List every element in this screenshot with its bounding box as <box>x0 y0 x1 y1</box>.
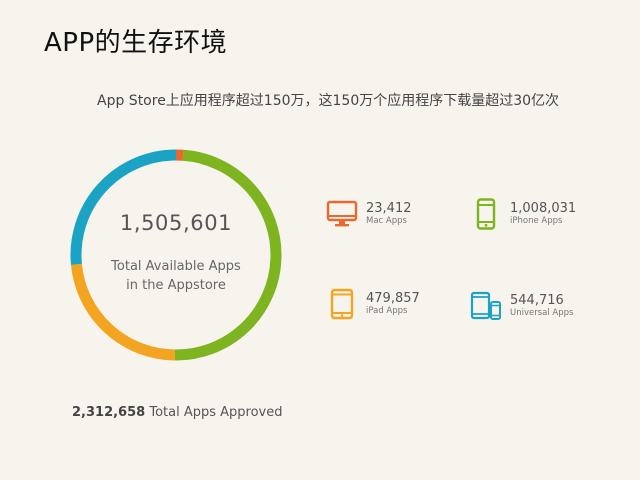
stat-label: iPhone Apps <box>510 216 563 226</box>
stat-ipad-apps: 479,857 iPad Apps <box>326 288 420 320</box>
stat-iphone-apps: 1,008,031 iPhone Apps <box>470 198 576 230</box>
total-available-value: 1,505,601 <box>119 211 233 235</box>
total-approved-value: 2,312,658 <box>72 405 146 420</box>
stat-label: Universal Apps <box>510 308 574 318</box>
total-approved: 2,312,658 Total Apps Approved <box>72 405 283 420</box>
donut-center: 1,505,601 Total Available Apps in the Ap… <box>66 145 286 365</box>
stat-value: 479,857 <box>366 291 420 306</box>
stat-universal-apps: 544,716 Universal Apps <box>470 290 573 322</box>
total-available-label-line1: Total Available Apps <box>111 259 241 274</box>
devices-icon <box>470 291 501 320</box>
iphone-icon <box>476 198 496 230</box>
stat-label: Mac Apps <box>366 216 407 226</box>
page-title: APP的生存环境 <box>44 28 228 58</box>
stat-label: iPad Apps <box>366 306 408 316</box>
stat-mac-apps: 23,412 Mac Apps <box>326 198 412 230</box>
total-available-label-line2: in the Appstore <box>126 278 226 293</box>
total-available-label: Total Available Apps in the Appstore <box>66 257 286 295</box>
page-subtitle: App Store上应用程序超过150万，这150万个应用程序下载量超过30亿次 <box>97 93 560 109</box>
stat-value: 544,716 <box>510 293 564 308</box>
stat-value: 1,008,031 <box>510 201 577 216</box>
stat-value: 23,412 <box>366 201 412 216</box>
desktop-monitor-icon <box>326 200 358 227</box>
ipad-icon <box>330 288 354 320</box>
total-approved-label: Total Apps Approved <box>149 405 283 420</box>
